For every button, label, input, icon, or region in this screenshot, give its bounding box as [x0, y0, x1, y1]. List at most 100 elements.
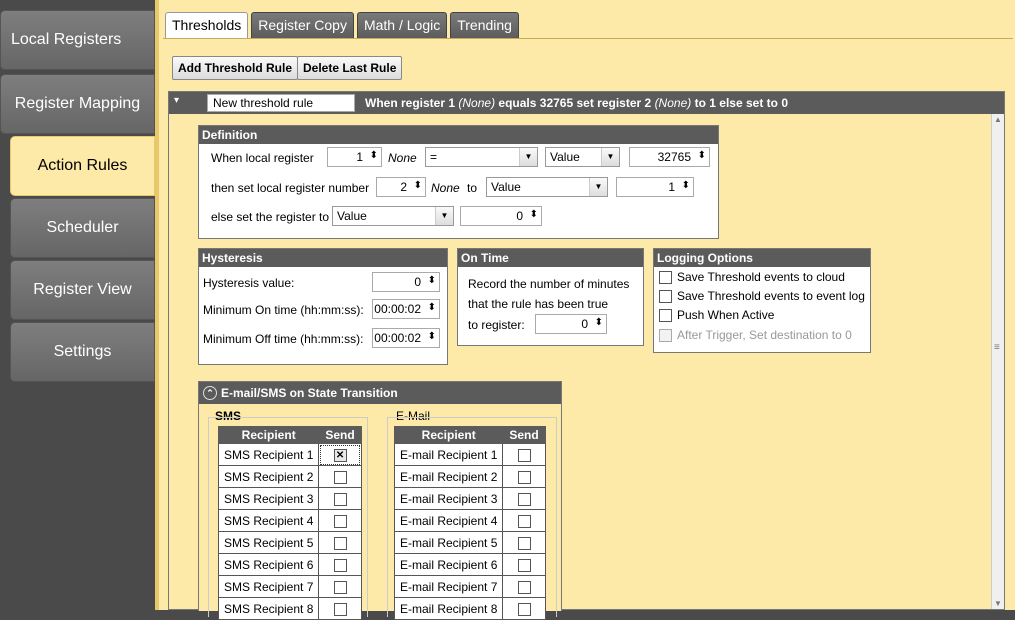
- spinner-icon[interactable]: ⬍: [682, 180, 690, 191]
- else-type-select[interactable]: Value ▼: [332, 206, 454, 226]
- on-time-register-stepper[interactable]: 0 ⬍: [535, 314, 607, 334]
- email-send-checkbox[interactable]: [517, 536, 531, 550]
- table-row: E-mail Recipient 8: [393, 597, 546, 620]
- sms-send-checkbox[interactable]: [333, 602, 347, 616]
- else-set-label: else set the register to: [211, 210, 330, 224]
- spinner-icon[interactable]: ⬍: [530, 209, 538, 220]
- spinner-icon[interactable]: ⬍: [414, 180, 422, 191]
- scroll-down-icon[interactable]: ▼: [994, 599, 1002, 608]
- chevron-down-icon[interactable]: ▼: [435, 207, 453, 225]
- tab-divider: [163, 38, 1013, 39]
- push-when-active-checkbox[interactable]: [659, 309, 672, 322]
- spinner-icon[interactable]: ⬍: [428, 275, 436, 286]
- email-send-checkbox[interactable]: [517, 514, 531, 528]
- after-trigger-checkbox: [659, 329, 672, 342]
- scroll-up-icon[interactable]: ▲: [994, 115, 1002, 124]
- save-to-cloud-label: Save Threshold events to cloud: [677, 270, 845, 284]
- add-threshold-rule-button[interactable]: Add Threshold Rule: [172, 56, 298, 80]
- sms-send-cell: [318, 575, 362, 598]
- chevron-down-icon[interactable]: ▼: [519, 148, 537, 166]
- sms-send-checkbox[interactable]: [333, 514, 347, 528]
- email-sms-title-text: E-mail/SMS on State Transition: [221, 386, 398, 400]
- tab-bar: Thresholds Register Copy Math / Logic Tr…: [165, 12, 519, 38]
- sms-send-checkbox[interactable]: [333, 492, 347, 506]
- min-on-time-stepper[interactable]: 00:00:02 ⬍: [372, 299, 440, 319]
- sms-send-checkbox[interactable]: [333, 536, 347, 550]
- tab-math-logic[interactable]: Math / Logic: [356, 12, 448, 38]
- collapse-up-icon[interactable]: ⌃: [203, 386, 217, 400]
- sms-recipient-name: SMS Recipient 3: [217, 487, 320, 510]
- sms-recipient-name: SMS Recipient 4: [217, 509, 320, 532]
- hysteresis-value-stepper[interactable]: 0 ⬍: [372, 272, 440, 292]
- save-to-cloud-checkbox[interactable]: [659, 271, 672, 284]
- email-recipient-name: E-mail Recipient 3: [393, 487, 504, 510]
- email-send-checkbox[interactable]: [517, 448, 531, 462]
- table-row: SMS Recipient 2: [217, 465, 362, 488]
- sidebar-item-scheduler[interactable]: Scheduler: [10, 198, 155, 258]
- email-recipient-name: E-mail Recipient 5: [393, 531, 504, 554]
- sms-send-cell: ✕: [318, 443, 362, 466]
- sms-send-cell: [318, 465, 362, 488]
- rule-name-input[interactable]: New threshold rule: [207, 94, 355, 112]
- sidebar-item-register-view[interactable]: Register View: [10, 260, 155, 320]
- sms-recipient-name: SMS Recipient 5: [217, 531, 320, 554]
- compare-value-stepper[interactable]: 32765 ⬍: [629, 147, 710, 167]
- set-register-stepper[interactable]: 2 ⬍: [376, 177, 426, 197]
- sms-recipient-name: SMS Recipient 1: [217, 443, 320, 466]
- spinner-icon[interactable]: ⬍: [428, 331, 436, 342]
- sms-send-checkbox[interactable]: [333, 580, 347, 594]
- logging-options-panel: Logging Options Save Threshold events to…: [653, 248, 871, 353]
- email-send-checkbox[interactable]: [517, 602, 531, 616]
- sidebar-item-label: Scheduler: [46, 219, 119, 236]
- sidebar-item-action-rules[interactable]: Action Rules: [10, 136, 155, 196]
- chevron-down-icon[interactable]: ▼: [601, 148, 619, 166]
- sidebar-item-local-registers[interactable]: Local Registers: [0, 10, 155, 70]
- sms-recipient-name: SMS Recipient 7: [217, 575, 320, 598]
- email-send-cell: [502, 553, 546, 576]
- sms-send-cell: [318, 509, 362, 532]
- sms-send-cell: [318, 531, 362, 554]
- email-send-checkbox[interactable]: [517, 558, 531, 572]
- col-recipient: Recipient: [217, 426, 320, 444]
- table-row: SMS Recipient 4: [217, 509, 362, 532]
- compare-type-select[interactable]: Value ▼: [545, 147, 620, 167]
- email-send-cell: [502, 509, 546, 532]
- sidebar-item-settings[interactable]: Settings: [10, 322, 155, 382]
- sms-send-checkbox[interactable]: [333, 558, 347, 572]
- table-row: E-mail Recipient 3: [393, 487, 546, 510]
- after-trigger-label: After Trigger, Set destination to 0: [677, 328, 852, 342]
- email-send-checkbox[interactable]: [517, 580, 531, 594]
- tab-register-copy[interactable]: Register Copy: [251, 12, 354, 38]
- save-to-event-log-checkbox[interactable]: [659, 290, 672, 303]
- min-on-time-label: Minimum On time (hh:mm:ss):: [203, 303, 364, 317]
- set-type-select[interactable]: Value ▼: [486, 177, 608, 197]
- operator-select[interactable]: = ▼: [425, 147, 538, 167]
- vertical-scrollbar[interactable]: ▲ ≡ ▼: [991, 114, 1004, 609]
- email-send-checkbox[interactable]: [517, 492, 531, 506]
- sms-send-checkbox[interactable]: ✕: [333, 448, 347, 462]
- table-row: E-mail Recipient 1: [393, 443, 546, 466]
- sidebar-item-register-mapping[interactable]: Register Mapping: [0, 74, 155, 134]
- tab-trending[interactable]: Trending: [450, 12, 519, 38]
- set-value-stepper[interactable]: 1 ⬍: [616, 177, 694, 197]
- when-register-label: When local register: [211, 151, 314, 165]
- email-send-checkbox[interactable]: [517, 470, 531, 484]
- spinner-icon[interactable]: ⬍: [370, 150, 378, 161]
- else-value-stepper[interactable]: 0 ⬍: [460, 206, 542, 226]
- when-register-name: None: [388, 151, 417, 165]
- on-time-title: On Time: [458, 249, 643, 267]
- scroll-grip-icon[interactable]: ≡: [994, 342, 1000, 353]
- delete-last-rule-button[interactable]: Delete Last Rule: [297, 56, 403, 80]
- col-send: Send: [318, 426, 362, 444]
- min-off-time-stepper[interactable]: 00:00:02 ⬍: [372, 328, 440, 348]
- spinner-icon[interactable]: ⬍: [698, 150, 706, 161]
- tab-thresholds[interactable]: Thresholds: [165, 12, 249, 38]
- spinner-icon[interactable]: ⬍: [595, 317, 603, 328]
- table-row: E-mail Recipient 4: [393, 509, 546, 532]
- when-register-stepper[interactable]: 1 ⬍: [327, 147, 382, 167]
- chevron-down-icon[interactable]: ▼: [589, 178, 607, 196]
- spinner-icon[interactable]: ⬍: [428, 302, 436, 313]
- collapse-icon[interactable]: ▾: [174, 95, 179, 106]
- table-row: SMS Recipient 5: [217, 531, 362, 554]
- sms-send-checkbox[interactable]: [333, 470, 347, 484]
